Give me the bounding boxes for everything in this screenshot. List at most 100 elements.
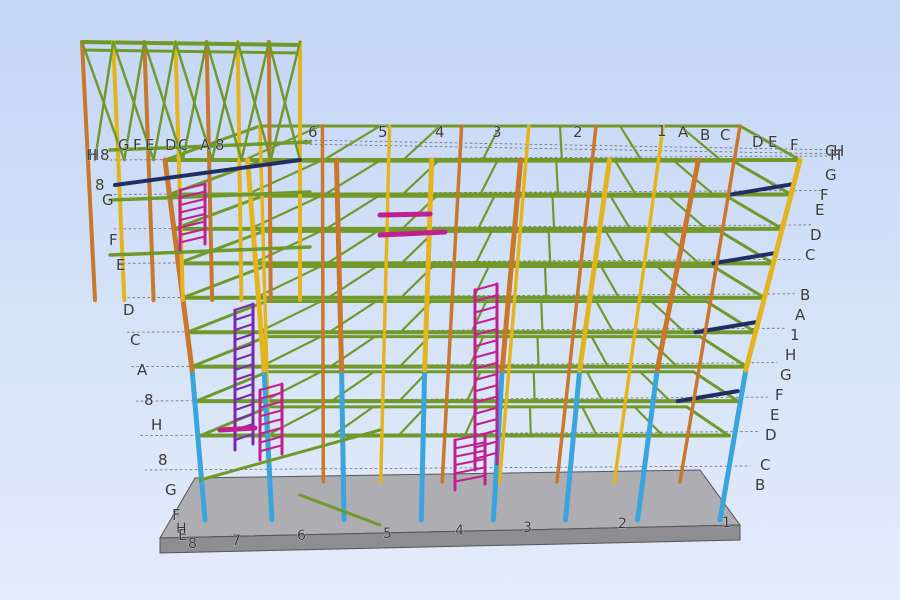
grid-label-bottom: 8 (188, 536, 197, 552)
floor-joist (257, 300, 322, 334)
grid-label-tower: A (200, 136, 211, 154)
structural-model[interactable]: 6 5 4 3 2 1 A B C D E F GHH8GFEDCA8H8GFEHGFEDCBA1HGF… (0, 0, 900, 600)
grid-label-top: D (752, 133, 764, 151)
grid-label-bottom: 6 (297, 528, 306, 544)
floor-beam-side (190, 335, 269, 369)
stair-tread (234, 393, 254, 401)
stair-tread (179, 205, 206, 214)
column-back (320, 124, 326, 484)
grid-label-top: 6 (308, 123, 318, 141)
grid-label-left: G (102, 191, 114, 209)
3d-model-viewport[interactable]: 654321ABCDEFGHH8GFEDCA8H8GFEHGFEDCBA1HGF… (0, 0, 900, 600)
floor-beam-side (725, 194, 784, 231)
column-back (497, 124, 531, 484)
tower-column (235, 40, 244, 302)
floor-joist (551, 195, 556, 230)
grid-label-right: A (795, 306, 806, 324)
grid-label-tower: G (118, 136, 130, 154)
stair-tread (234, 403, 254, 411)
floor-joist (479, 160, 499, 196)
floor-beam-side (711, 264, 766, 300)
grid-label-top: 3 (492, 123, 502, 141)
column-upper (333, 157, 345, 373)
grid-label-bottom: 1 (722, 515, 731, 531)
steel-frame[interactable] (80, 40, 803, 527)
floor-joist (532, 370, 536, 403)
grid-label-right: F (775, 386, 784, 404)
grid-label-top: 1 (657, 122, 667, 140)
grid-label-left: C (130, 331, 140, 349)
grid-label-right: E (815, 201, 824, 219)
grid-label-left: G (165, 481, 177, 499)
grid-label-top: E (768, 133, 777, 151)
floor-beam-side (176, 229, 265, 265)
floor-joist (600, 265, 621, 299)
grid-label-tower: E (145, 136, 154, 154)
stair-tread (454, 449, 486, 458)
stair-tread (179, 235, 206, 244)
floor-beam-side (181, 264, 266, 300)
grid-label-bottom: 3 (523, 520, 532, 536)
grid-label-right: B (800, 286, 810, 304)
floor-joist (331, 405, 375, 437)
grid-label-top: 4 (435, 123, 445, 141)
grid-label-left: A (137, 361, 148, 379)
grid-label-right: C (805, 246, 815, 264)
floor-joist (322, 124, 382, 162)
stair-tread (474, 305, 498, 314)
floor-joist (536, 335, 540, 368)
stair-tread (259, 409, 283, 418)
floor-joist (329, 335, 377, 368)
stair-tread (234, 313, 254, 321)
grid-label-right: 1 (790, 326, 800, 344)
grid-label-right: E (770, 406, 779, 424)
floor-joist (604, 230, 626, 265)
floor-joist (476, 195, 496, 230)
grid-label-right: D (765, 426, 777, 444)
stair-tread (234, 413, 254, 421)
grid-label-right: H (785, 346, 796, 364)
stair-tread (454, 458, 486, 466)
grid-label-bottom: 2 (618, 516, 627, 532)
floor-joist (547, 230, 552, 265)
grid-label-right: G (825, 166, 837, 184)
grid-label-bottom: H (176, 521, 187, 537)
floor-joist (543, 265, 548, 299)
stair-tread (179, 198, 206, 206)
grid-label-tower: F (133, 136, 142, 154)
grid-label-tower: 8 (100, 146, 110, 164)
floor-joist (327, 265, 378, 299)
stair-tread (474, 384, 498, 393)
grid-label-top: C (720, 126, 730, 144)
column-back (440, 124, 464, 484)
floor-joist (259, 335, 322, 368)
grid-label-right: D (810, 226, 822, 244)
floor-joist (328, 300, 377, 334)
grid-label-right: C (760, 456, 770, 474)
grid-label-right: B (755, 476, 765, 494)
floor-joist (558, 124, 563, 162)
floor-joist (595, 300, 615, 334)
grid-label-tower: D (165, 136, 177, 154)
floor-beam-side (194, 370, 270, 403)
column-lower (339, 367, 347, 523)
floor-joist (330, 370, 376, 403)
grid-label-left: D (123, 301, 135, 319)
grid-label-tower: C (178, 136, 188, 154)
floor-joist (581, 405, 598, 437)
stair-tread (474, 418, 498, 426)
tower-column (266, 40, 273, 302)
grid-label-left: 8 (144, 391, 154, 409)
grid-label-tower: H (86, 146, 97, 164)
grid-label-bottom: 7 (232, 533, 241, 549)
stair-tread (259, 444, 283, 453)
stair-landing (377, 211, 433, 218)
grid-label-top: A (678, 123, 689, 141)
floor-joist (474, 230, 493, 265)
stair-landing (377, 229, 448, 238)
tower-column (80, 40, 97, 302)
tower-column (142, 40, 156, 302)
column-lower (418, 367, 428, 523)
stair-tread (234, 353, 254, 361)
grid-label-top: 5 (378, 123, 388, 141)
